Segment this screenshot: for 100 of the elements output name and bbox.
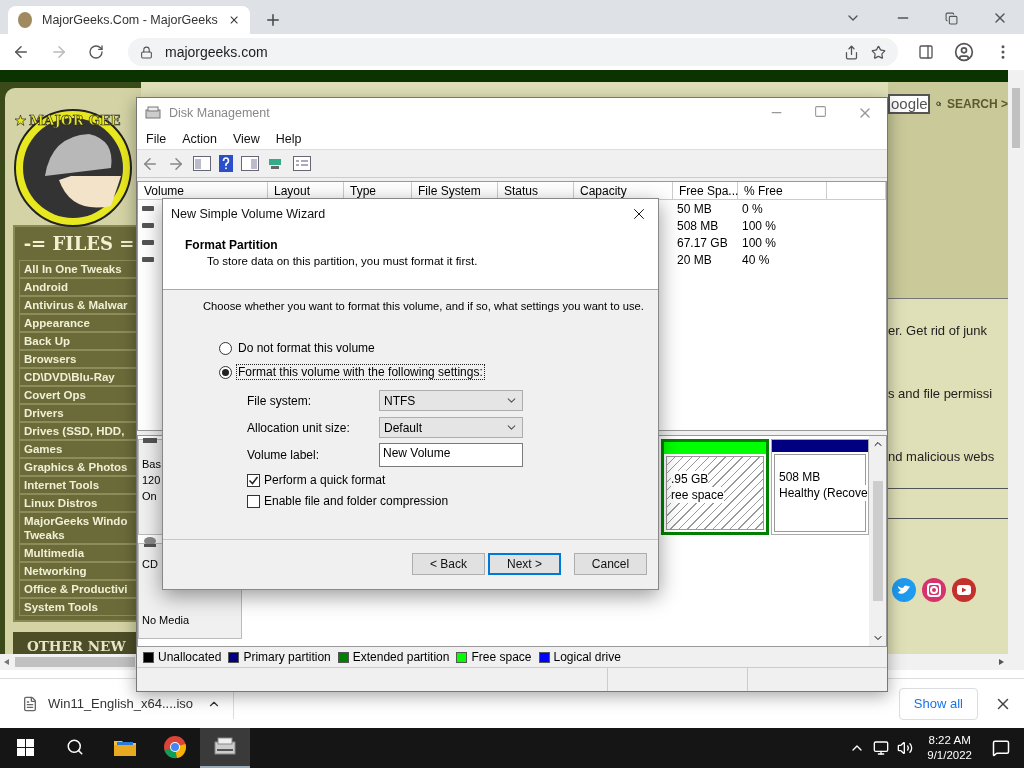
category-link[interactable]: Appearance [19, 314, 139, 332]
browser-icon[interactable] [163, 735, 187, 759]
scroll-right-icon[interactable] [999, 659, 1004, 665]
category-link[interactable]: All In One Tweaks [19, 260, 139, 278]
table-cell: 100 % [742, 218, 777, 233]
input-field[interactable]: New Volume [379, 442, 523, 467]
category-link[interactable]: Covert Ops [19, 386, 139, 404]
disk-tool-icon[interactable] [213, 736, 237, 758]
search-field[interactable]: oogle [888, 94, 930, 114]
partition-block[interactable]: .95 GB ree space [661, 439, 769, 535]
category-link[interactable]: Antivirus & Malwar [19, 296, 139, 314]
profile-icon[interactable] [954, 42, 974, 62]
category-link[interactable]: Multimedia [19, 544, 139, 562]
table-cell: 0 % [742, 201, 763, 216]
page-heading: Format Partition [185, 238, 279, 252]
category-link[interactable]: Drivers [19, 404, 139, 422]
menu-item[interactable]: View [227, 131, 265, 146]
clock-time[interactable]: 8:22 AM [928, 733, 971, 748]
dialog-title: New Simple Volume Wizard [171, 207, 327, 221]
checkbox-label[interactable]: Perform a quick format [264, 473, 386, 487]
notifications-icon[interactable] [992, 739, 1010, 757]
checkbox[interactable] [247, 473, 260, 487]
field-label: Allocation unit size: [247, 420, 351, 435]
clock-date[interactable]: 9/1/2022 [927, 748, 972, 763]
window-title: Disk Management [169, 106, 270, 120]
bird-icon[interactable] [892, 578, 916, 602]
show-all-button[interactable]: Show all [898, 687, 978, 720]
bookmark-star-icon[interactable] [871, 44, 886, 60]
checkbox[interactable] [247, 494, 260, 508]
properties-icon[interactable] [293, 156, 311, 171]
table-cell: 50 MB [677, 201, 712, 216]
category-link[interactable]: Browsers [19, 350, 139, 368]
radio-label[interactable]: Do not format this volume [236, 340, 377, 356]
category-link[interactable]: Office & Productivi [19, 580, 139, 598]
disk-label: No Media [142, 613, 191, 628]
share-icon[interactable] [844, 44, 859, 60]
dialog-button[interactable]: < Back [412, 553, 485, 575]
category-link[interactable]: Linux Distros [19, 494, 139, 512]
dialog-button[interactable]: Next > [488, 553, 561, 575]
checkbox-label[interactable]: Enable file and folder compression [264, 494, 449, 508]
category-link[interactable]: CD\DVD\Blu-Ray [19, 368, 139, 386]
category-link[interactable]: System Tools [19, 598, 139, 616]
dialog-button[interactable]: Cancel [574, 553, 647, 575]
volume-icon[interactable] [897, 740, 914, 756]
category-link[interactable]: Back Up [19, 332, 139, 350]
site-favicon-icon [18, 12, 32, 28]
legend-item: Primary partition [228, 650, 331, 664]
disk-label: 120 [142, 473, 162, 488]
browser-tab[interactable]: MajorGeeks.Com - MajorGeeks [8, 6, 250, 34]
radio-button[interactable] [219, 365, 232, 379]
scroll-left-icon[interactable] [4, 659, 9, 665]
drive-icon [142, 240, 154, 245]
play-icon[interactable] [952, 578, 976, 602]
category-link[interactable]: Networking [19, 562, 139, 580]
search-icon[interactable] [66, 738, 84, 756]
file-icon [22, 695, 38, 712]
radio-label[interactable]: Format this volume with the following settings: [236, 364, 485, 380]
legend-item: Extended partition [337, 650, 450, 664]
camera-icon[interactable] [922, 578, 946, 602]
start-icon[interactable] [16, 738, 34, 756]
maximize-icon[interactable] [814, 105, 827, 118]
menu-item[interactable]: Action [177, 131, 222, 146]
column-header[interactable]: Volume [138, 182, 268, 200]
radio-button[interactable] [219, 341, 232, 355]
files-heading: -= FILES = [22, 232, 136, 256]
category-link[interactable]: Games [19, 440, 139, 458]
vertical-scrollbar[interactable] [869, 436, 886, 646]
disk-label: On [142, 489, 158, 504]
reload-icon[interactable] [88, 44, 104, 60]
network-icon[interactable] [873, 740, 890, 756]
category-link[interactable]: Internet Tools [19, 476, 139, 494]
console-tree-icon[interactable] [193, 156, 211, 171]
dropdown[interactable]: NTFS [379, 390, 523, 411]
table-cell: 40 % [742, 252, 770, 267]
column-header[interactable]: Free Spa... [673, 182, 738, 200]
category-link[interactable]: Graphics & Photos [19, 458, 139, 476]
action-pane-icon[interactable] [241, 156, 259, 171]
field-label: Volume label: [247, 447, 321, 462]
download-file-name[interactable]: Win11_English_x64....iso [48, 696, 193, 711]
table-cell: 20 MB [677, 252, 712, 267]
restore-icon[interactable] [945, 11, 958, 25]
legend-item: Logical drive [538, 650, 621, 664]
partition-block[interactable]: 508 MB Healthy (Recove [771, 439, 869, 535]
vertical-scrollbar[interactable] [1008, 70, 1024, 670]
menu-item[interactable]: Help [270, 131, 307, 146]
category-link[interactable]: Drives (SSD, HDD, [19, 422, 139, 440]
table-cell: 100 % [742, 235, 777, 250]
field-label: File system: [247, 393, 312, 408]
address-bar[interactable]: majorgeeks.com [128, 38, 898, 66]
menu-item[interactable]: File [141, 131, 172, 146]
help-icon[interactable] [219, 155, 233, 172]
column-header[interactable]: % Free [738, 182, 827, 200]
search-link[interactable]: SEARCH > [947, 97, 1008, 111]
side-panel-icon[interactable] [918, 44, 934, 60]
site-logo-text[interactable]: MAJOR GEE [29, 112, 121, 128]
new-tab-icon[interactable] [264, 11, 282, 29]
scrollbar-thumb[interactable] [15, 657, 135, 667]
dropdown[interactable]: Default [379, 417, 523, 438]
back-icon[interactable] [12, 43, 30, 61]
category-link[interactable]: Android [19, 278, 139, 296]
